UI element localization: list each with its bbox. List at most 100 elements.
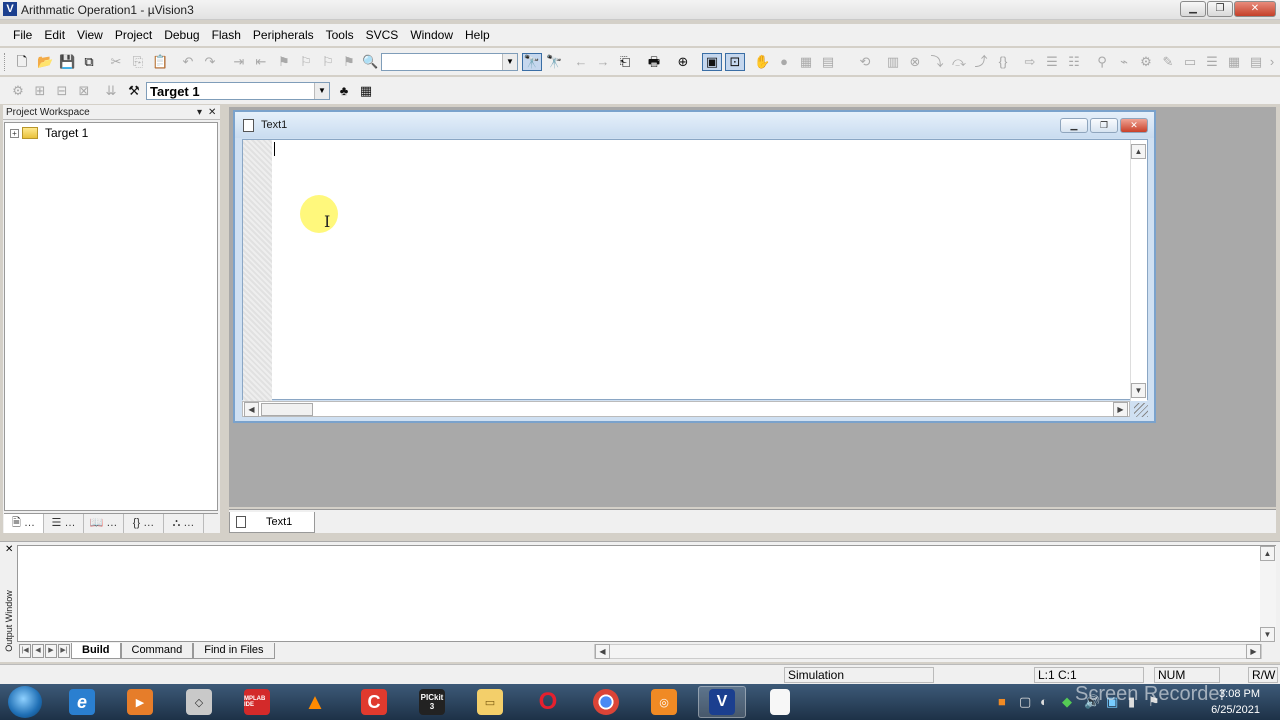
show-next-statement-icon[interactable]: ⇨ <box>1022 54 1038 70</box>
scroll-down-icon[interactable]: ▼ <box>1260 627 1275 642</box>
tab-templates[interactable]: ⛬ … <box>164 514 204 533</box>
output-horizontal-scrollbar[interactable]: ◀ ▶ <box>594 644 1262 659</box>
start-button[interactable] <box>8 686 42 718</box>
taskbar-cube-app[interactable]: ◇ <box>175 686 223 718</box>
close-button[interactable]: ✕ <box>1234 1 1276 17</box>
menu-file[interactable]: File <box>7 28 38 42</box>
taskbar-blank-document[interactable] <box>756 686 804 718</box>
scroll-up-icon[interactable]: ▲ <box>1260 546 1275 561</box>
manage-books-icon[interactable]: ▦ <box>358 83 374 99</box>
restore-button[interactable]: ❐ <box>1207 1 1233 17</box>
back-arrow-icon[interactable]: ← <box>573 54 589 70</box>
menu-project[interactable]: Project <box>109 28 158 42</box>
goto-icon[interactable]: ⎗ <box>617 54 633 70</box>
hand-icon[interactable]: ✋ <box>754 54 770 70</box>
open-folder-icon[interactable]: 📂 <box>37 54 53 70</box>
stop-build-icon[interactable]: ⊠ <box>76 83 92 99</box>
new-file-icon[interactable]: 🗋 <box>14 54 30 70</box>
rebuild-icon[interactable]: ⊟ <box>54 83 70 99</box>
components-icon[interactable]: ♣ <box>336 83 352 99</box>
tray-app2-icon[interactable]: ◐ <box>1040 694 1048 709</box>
tab-find-in-files[interactable]: Find in Files <box>193 643 275 659</box>
next-tab-icon[interactable]: ▶ <box>45 644 57 658</box>
document-close-button[interactable]: ✕ <box>1120 118 1148 133</box>
close-icon[interactable]: ✕ <box>208 105 216 120</box>
target-select[interactable]: Target 1 ▼ <box>146 82 330 100</box>
bookmark-clear-icon[interactable]: ⚑ <box>341 54 357 70</box>
tab-build[interactable]: Build <box>71 643 121 659</box>
stop-icon[interactable]: ⊗ <box>907 54 923 70</box>
indent-icon[interactable]: ⇥ <box>231 54 247 70</box>
menu-debug[interactable]: Debug <box>158 28 205 42</box>
step-over-icon[interactable]: ⤼ <box>951 54 967 70</box>
step-into-icon[interactable]: ⤵ <box>929 54 945 70</box>
taskbar-vlc[interactable]: ▲ <box>291 686 339 718</box>
translate-icon[interactable]: ⚙ <box>10 83 26 99</box>
document-title-bar[interactable]: Text1 ▁ ❐ ✕ <box>235 112 1154 138</box>
editor-vertical-scrollbar[interactable]: ▲ ▼ <box>1130 140 1147 401</box>
taskbar-media-player[interactable]: ▶ <box>116 686 164 718</box>
tab-books[interactable]: 📖 … <box>84 514 124 533</box>
paste-icon[interactable]: 📋 <box>152 54 168 70</box>
expand-icon[interactable]: + <box>10 128 19 138</box>
run-icon[interactable]: ▥ <box>885 54 901 70</box>
performance-icon[interactable]: ⚲ <box>1094 54 1110 70</box>
scroll-left-icon[interactable]: ◀ <box>244 402 259 417</box>
serial-window-icon[interactable]: ⚙ <box>1138 54 1154 70</box>
disassembly-icon[interactable]: ▤ <box>820 54 836 70</box>
build-icon[interactable]: ⊞ <box>32 83 48 99</box>
memory-window-icon[interactable]: ▦ <box>798 54 814 70</box>
undo-icon[interactable]: ↶ <box>180 54 196 70</box>
scroll-up-icon[interactable]: ▲ <box>1131 144 1146 159</box>
tab-command[interactable]: Command <box>120 643 194 659</box>
taskbar-opera[interactable]: O <box>524 686 572 718</box>
print-icon[interactable]: 🖶 <box>646 54 662 70</box>
document-window[interactable]: Text1 ▁ ❐ ✕ ▲ ▼ ◀ ▶ <box>233 110 1156 423</box>
forward-arrow-icon[interactable]: → <box>595 54 611 70</box>
menu-flash[interactable]: Flash <box>206 28 247 42</box>
taskbar-pickit[interactable]: PICkit 3 <box>408 686 456 718</box>
save-all-icon[interactable]: ⧉ <box>81 54 97 70</box>
breakpoint-icon[interactable]: ● <box>776 54 792 70</box>
tray-device-icon[interactable]: ▢ <box>1019 694 1031 710</box>
logic-analyzer-icon[interactable]: ⌁ <box>1116 54 1132 70</box>
output-text-area[interactable] <box>17 545 1276 642</box>
menu-edit[interactable]: Edit <box>38 28 71 42</box>
taskbar-file-explorer[interactable]: ▭ <box>466 686 514 718</box>
output-vertical-scrollbar[interactable]: ▲ ▼ <box>1260 546 1276 642</box>
redo-icon[interactable]: ↷ <box>202 54 218 70</box>
find-combo[interactable]: ▼ <box>381 53 518 71</box>
document-minimize-button[interactable]: ▁ <box>1060 118 1088 133</box>
unindent-icon[interactable]: ⇤ <box>253 54 269 70</box>
tab-registers[interactable]: ☰ … <box>44 514 84 533</box>
text-editor[interactable]: ▲ ▼ <box>242 139 1148 401</box>
download-icon[interactable]: ⇊ <box>103 83 119 99</box>
tab-functions[interactable]: {} … <box>124 514 164 533</box>
copy-icon[interactable]: ⎘ <box>130 54 146 70</box>
scroll-right-icon[interactable]: ▶ <box>1113 402 1128 417</box>
tray-app-icon[interactable]: ■ <box>998 694 1006 709</box>
code-coverage-icon[interactable]: ▭ <box>1182 54 1198 70</box>
first-tab-icon[interactable]: |◀ <box>19 644 31 658</box>
close-icon[interactable]: ✕ <box>5 544 13 555</box>
last-tab-icon[interactable]: ▶| <box>58 644 70 658</box>
symbols-icon[interactable]: ☰ <box>1204 54 1220 70</box>
document-maximize-button[interactable]: ❐ <box>1090 118 1118 133</box>
scroll-down-icon[interactable]: ▼ <box>1131 383 1146 398</box>
find-next-icon[interactable]: 🔭 <box>546 54 562 70</box>
watch-window-icon[interactable]: ☷ <box>1066 54 1082 70</box>
tab-files[interactable]: 🗎 … <box>4 514 44 533</box>
cut-icon[interactable]: ✂ <box>108 54 124 70</box>
chevron-down-icon[interactable]: ▼ <box>314 83 329 99</box>
trace-icon[interactable]: ▦ <box>1226 54 1242 70</box>
menu-window[interactable]: Window <box>404 28 459 42</box>
minimize-button[interactable]: ▁ <box>1180 1 1206 17</box>
save-icon[interactable]: 💾 <box>59 54 75 70</box>
bookmark-next-icon[interactable]: ⚐ <box>298 54 314 70</box>
scroll-left-icon[interactable]: ◀ <box>595 644 610 659</box>
resize-grip-icon[interactable] <box>1134 403 1148 417</box>
project-window-icon[interactable]: ▣ <box>702 53 722 71</box>
output-window-icon[interactable]: ⊡ <box>725 53 745 71</box>
prev-tab-icon[interactable]: ◀ <box>32 644 44 658</box>
menu-view[interactable]: View <box>71 28 109 42</box>
